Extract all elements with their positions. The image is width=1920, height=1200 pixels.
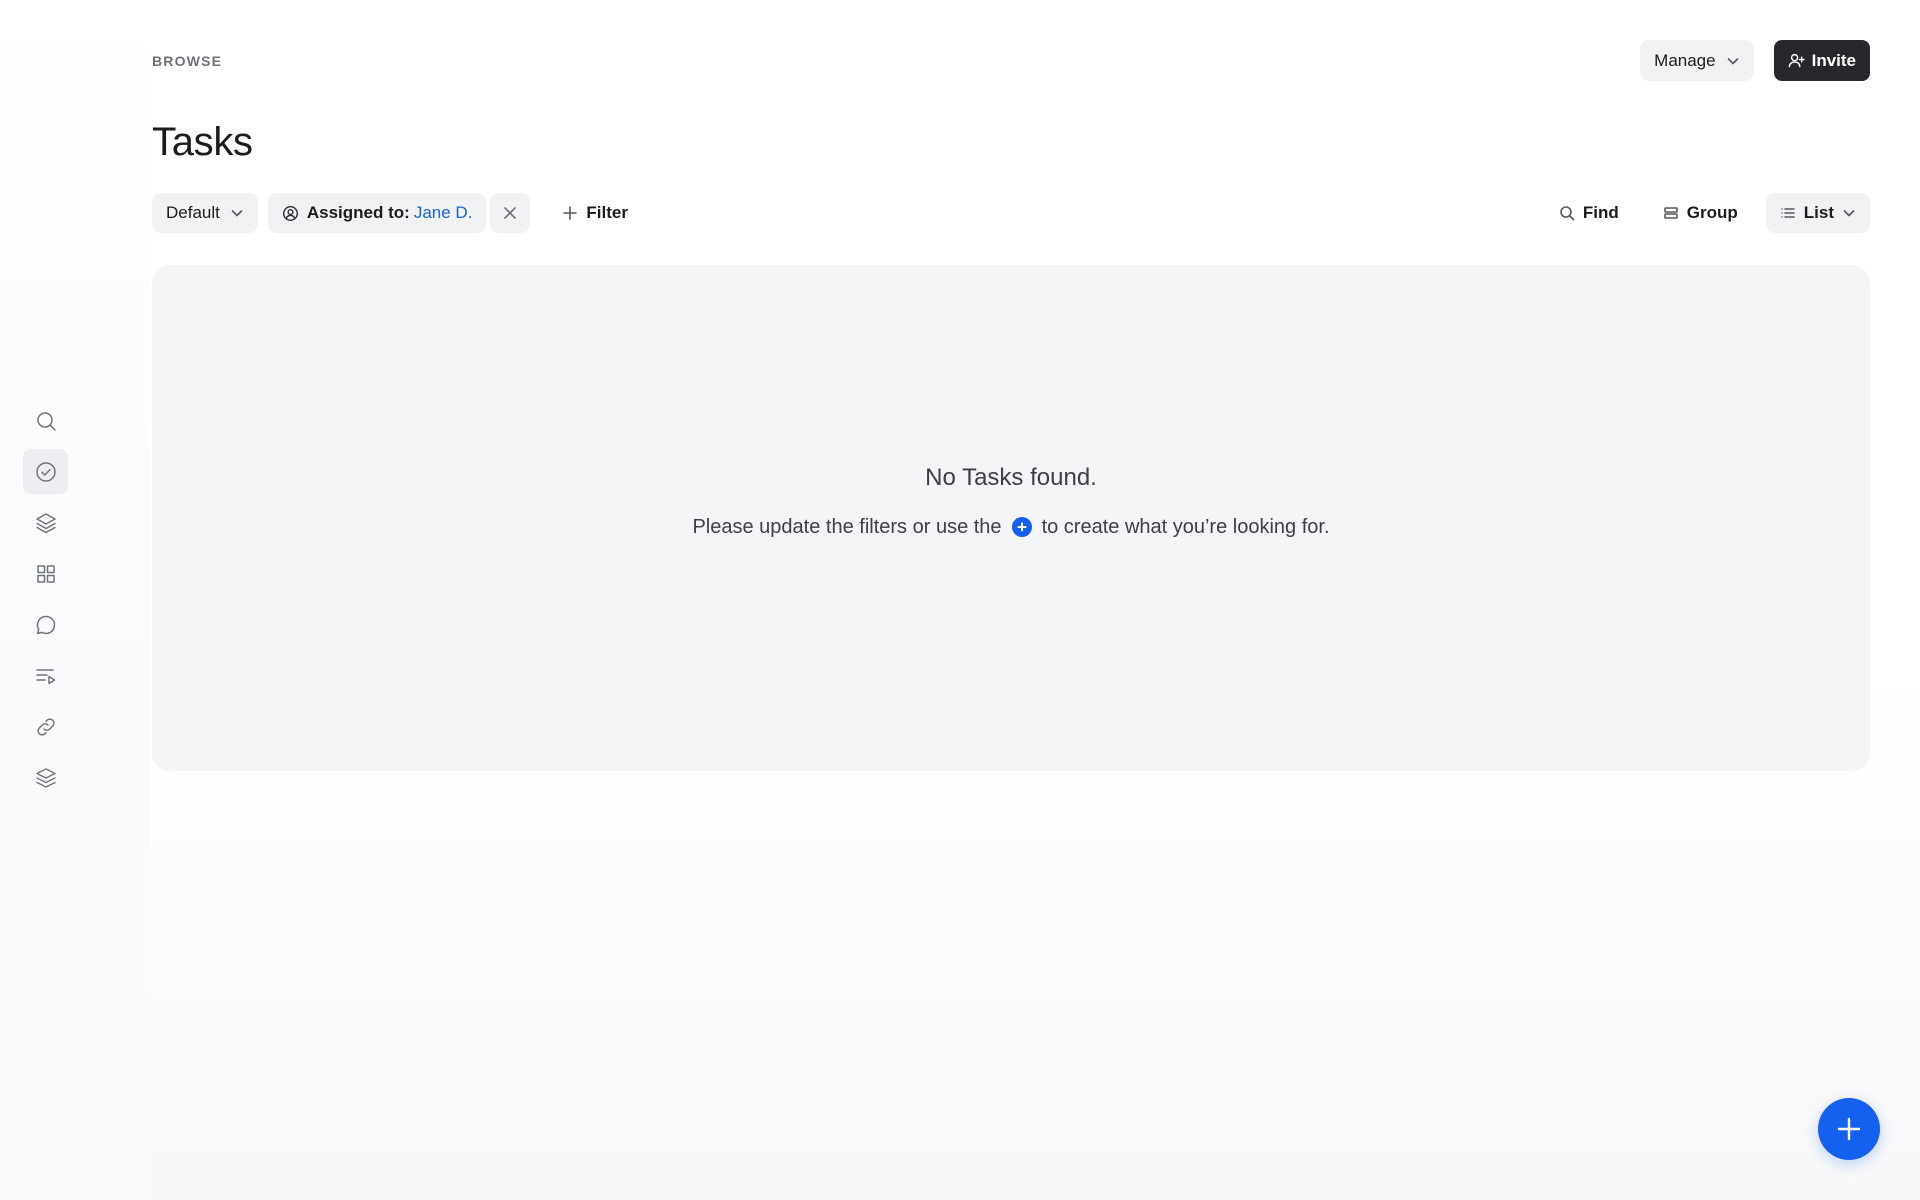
- sidebar-item-search[interactable]: [23, 398, 68, 443]
- invite-label: Invite: [1811, 50, 1856, 70]
- chevron-down-icon: [231, 210, 243, 217]
- empty-state-text-before: Please update the filters or use the: [692, 515, 1002, 538]
- stack-icon: [35, 767, 56, 788]
- search-icon: [1560, 206, 1575, 221]
- empty-state-title: No Tasks found.: [925, 463, 1097, 491]
- filter-value: Jane D.: [413, 203, 473, 222]
- close-icon: [504, 207, 517, 219]
- chevron-down-icon: [1843, 210, 1855, 217]
- list-icon: [1781, 208, 1795, 218]
- manage-label: Manage: [1654, 50, 1716, 70]
- group-icon: [1663, 207, 1678, 219]
- check-circle-icon: [35, 461, 56, 482]
- find-label: Find: [1582, 203, 1619, 222]
- plus-icon: [1837, 1117, 1861, 1141]
- sidebar-item-playlist[interactable]: [23, 653, 68, 698]
- breadcrumb: BROWSE: [152, 53, 223, 69]
- sidebar-item-stack[interactable]: [23, 755, 68, 800]
- invite-button[interactable]: Invite: [1773, 40, 1870, 81]
- active-filter-chip[interactable]: Assigned to: Jane D.: [267, 193, 487, 233]
- remove-filter-button[interactable]: [490, 193, 531, 233]
- chevron-down-icon: [1727, 57, 1738, 64]
- page-title: Tasks: [152, 120, 253, 164]
- user-circle-icon: [282, 205, 298, 221]
- sidebar-item-projects[interactable]: [23, 500, 68, 545]
- view-select-label: Default: [166, 203, 220, 222]
- sidebar-item-messages[interactable]: [23, 602, 68, 647]
- view-select[interactable]: Default: [152, 193, 258, 233]
- playlist-icon: [35, 668, 55, 684]
- create-task-button[interactable]: [1818, 1098, 1880, 1160]
- group-button[interactable]: Group: [1649, 193, 1752, 233]
- layers-icon: [35, 512, 56, 533]
- chat-bubble-icon: [36, 615, 55, 634]
- empty-state-message: Please update the filters or use the to …: [692, 516, 1329, 539]
- find-button[interactable]: Find: [1545, 193, 1633, 233]
- grid-icon: [36, 564, 55, 583]
- search-icon: [36, 411, 56, 431]
- link-icon: [36, 717, 55, 736]
- group-label: Group: [1686, 203, 1738, 222]
- sidebar-item-tasks[interactable]: [23, 449, 68, 494]
- sidebar-nav: [23, 398, 68, 800]
- empty-state-text-after: to create what you’re looking for.: [1041, 515, 1330, 538]
- filter-label: Assigned to:: [306, 203, 410, 222]
- plus-circle-icon: [1011, 517, 1032, 537]
- empty-state-panel: No Tasks found. Please update the filter…: [152, 265, 1870, 771]
- layout-select[interactable]: List: [1765, 193, 1870, 233]
- header-actions: Manage Invite: [1640, 40, 1870, 81]
- sidebar: [0, 0, 150, 1200]
- manage-button[interactable]: Manage: [1640, 40, 1754, 81]
- add-filter-label: Filter: [586, 203, 628, 222]
- add-filter-button[interactable]: Filter: [548, 193, 642, 233]
- sidebar-item-links[interactable]: [23, 704, 68, 749]
- add-user-icon: [1788, 53, 1805, 68]
- layout-select-label: List: [1803, 203, 1834, 222]
- toolbar-right: Find Group List: [1545, 193, 1870, 233]
- sidebar-item-dashboard[interactable]: [23, 551, 68, 596]
- toolbar-left: Default Assigned to: Jane D. Filter: [152, 193, 642, 233]
- plus-icon: [563, 206, 578, 220]
- app-window: BROWSE Manage Invite Tasks Default Assig…: [0, 0, 1920, 1200]
- toolbar: Default Assigned to: Jane D. Filter Find…: [152, 193, 1870, 233]
